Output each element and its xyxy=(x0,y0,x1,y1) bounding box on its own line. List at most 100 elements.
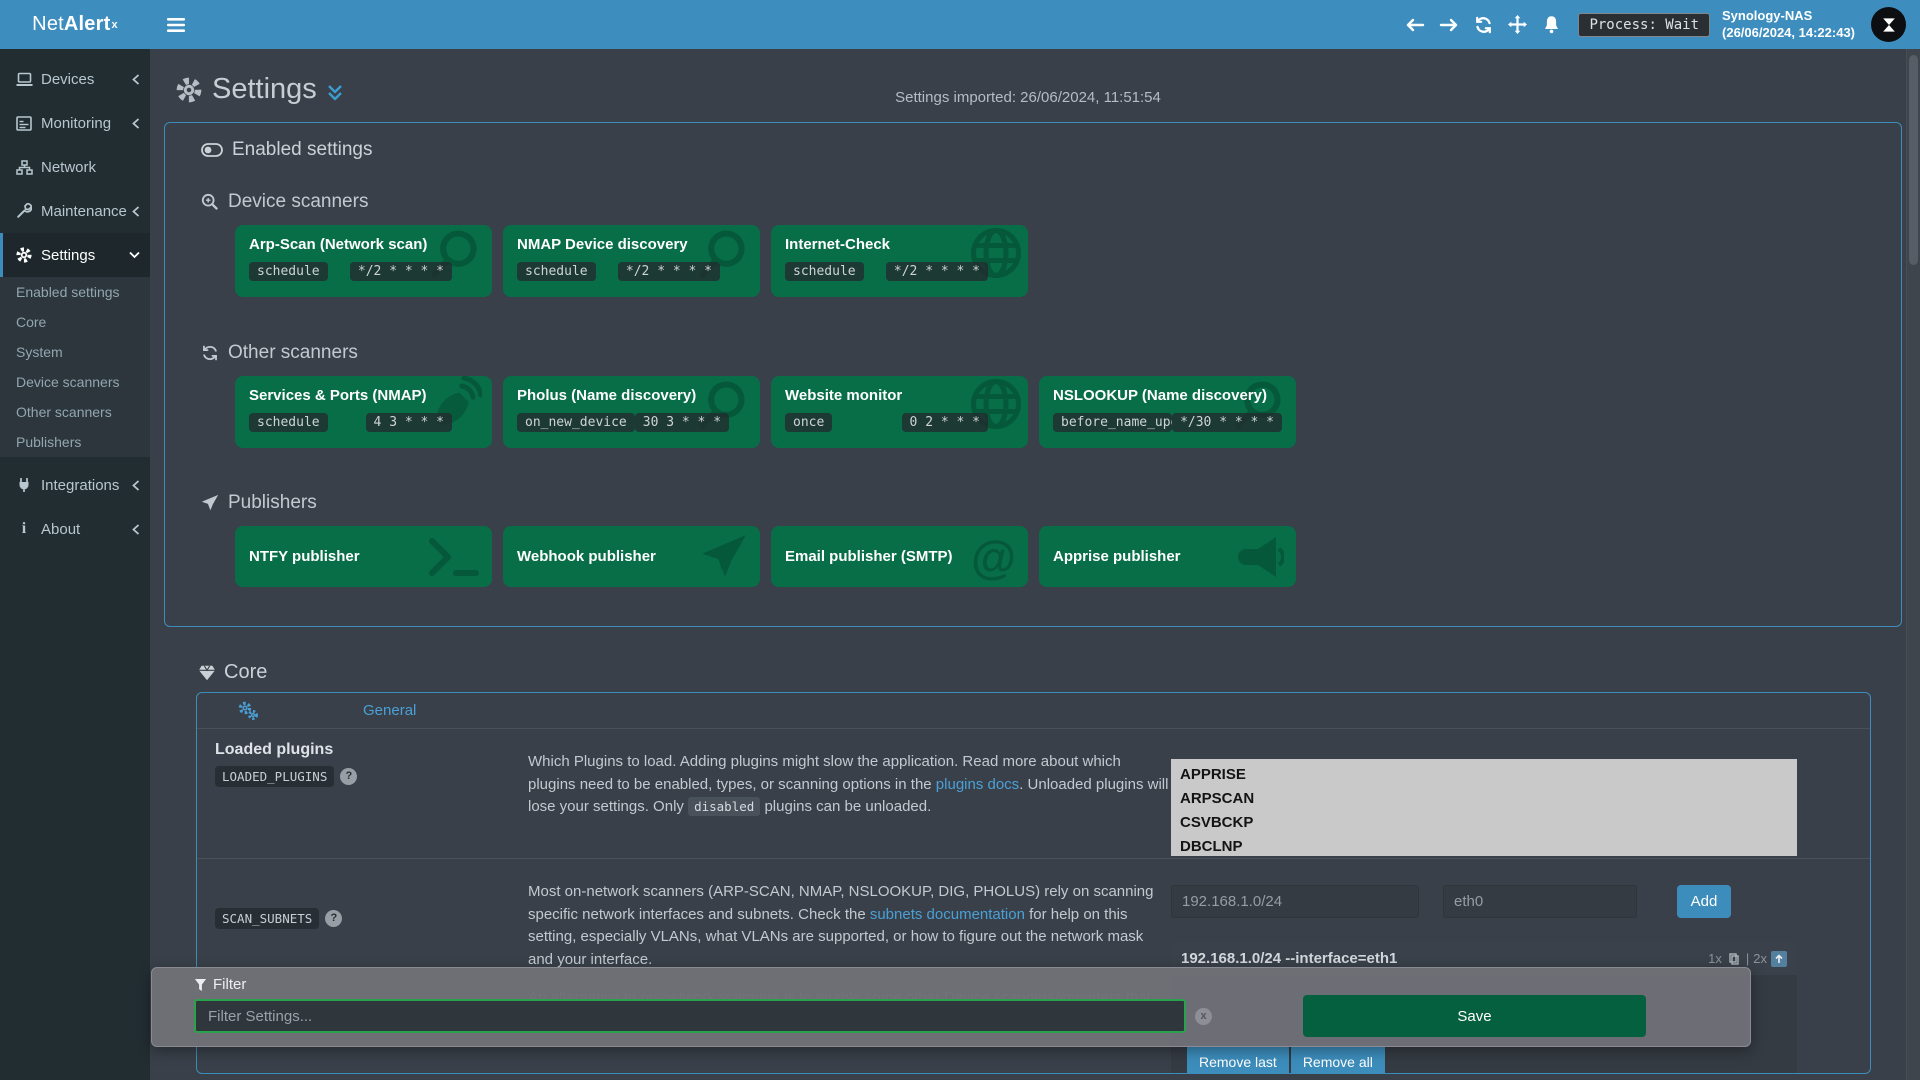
listbox-option[interactable]: APPRISE xyxy=(1171,763,1797,787)
chevron-left-icon xyxy=(132,206,140,217)
schedule-type-badge: schedule xyxy=(249,262,328,281)
gears-icon xyxy=(237,701,259,721)
sitemap-icon xyxy=(14,160,34,175)
clear-filter-icon[interactable]: x xyxy=(1195,1008,1212,1025)
at-sign-icon: @ xyxy=(971,534,1016,580)
sidebar-item-devices[interactable]: Devices xyxy=(0,57,150,101)
logo-alert: Alert xyxy=(64,13,111,36)
sidebar-item-label: Settings xyxy=(41,247,95,264)
loaded-plugins-listbox[interactable]: APPRISE ARPSCAN CSVBCKP DBCLNP xyxy=(1171,759,1797,856)
plugin-card-nmap-services[interactable]: Services & Ports (NMAP) schedule 4 3 * * … xyxy=(235,376,492,448)
group-title: Other scanners xyxy=(228,342,358,364)
submenu-item-other-scanners[interactable]: Other scanners xyxy=(0,397,150,427)
other-scanner-cards: Services & Ports (NMAP) schedule 4 3 * * … xyxy=(235,376,1865,448)
subnet-remove-buttons: Remove last Remove all xyxy=(1187,1045,1385,1074)
settings-submenu: Enabled settings Core System Device scan… xyxy=(0,277,150,457)
recycle-icon xyxy=(201,344,219,362)
listbox-option[interactable]: DBCLNP xyxy=(1171,835,1797,856)
enabled-settings-header: Enabled settings xyxy=(201,139,1865,161)
meta-separator: | xyxy=(1746,951,1749,966)
plugin-card-webhook[interactable]: Webhook publisher xyxy=(503,526,760,587)
help-question-icon[interactable]: ? xyxy=(325,910,342,927)
sidebar-item-maintenance[interactable]: Maintenance xyxy=(0,189,150,233)
plugin-card-nslookup[interactable]: NSLOOKUP (Name discovery) before_name_up… xyxy=(1039,376,1296,448)
sidebar-item-label: About xyxy=(41,521,80,538)
tab-general[interactable]: General xyxy=(363,702,416,719)
refresh-icon[interactable] xyxy=(1466,16,1500,34)
listbox-option[interactable]: ARPSCAN xyxy=(1171,787,1797,811)
plugin-card-title: Services & Ports (NMAP) xyxy=(249,387,478,404)
navbar-right: Process: Wait Synology-NAS (26/06/2024, … xyxy=(1398,7,1920,42)
cron-badge: */30 * * * * xyxy=(1172,413,1282,432)
logo-net: Net xyxy=(32,13,64,36)
filter-settings-input[interactable] xyxy=(194,999,1186,1033)
subnets-docs-link[interactable]: subnets documentation xyxy=(870,906,1025,923)
copy-icon[interactable] xyxy=(1726,951,1742,967)
host-timestamp: (26/06/2024, 14:22:43) xyxy=(1722,25,1855,42)
plugin-card-website-monitor[interactable]: Website monitor once0 2 * * * xyxy=(771,376,1028,448)
save-button[interactable]: Save xyxy=(1303,995,1646,1037)
cron-badge: 4 3 * * * xyxy=(366,413,452,432)
help-question-icon[interactable]: ? xyxy=(340,768,357,785)
sidebar-item-integrations[interactable]: Integrations xyxy=(0,463,150,507)
sidebar-toggle-icon[interactable] xyxy=(167,17,185,33)
notifications-bell-icon[interactable] xyxy=(1534,15,1568,34)
plugin-card-internet-check[interactable]: Internet-Check schedule*/2 * * * * xyxy=(771,225,1028,297)
plugin-card-email-smtp[interactable]: @ Email publisher (SMTP) xyxy=(771,526,1028,587)
paper-plane-icon xyxy=(201,494,219,512)
sidebar-item-network[interactable]: Network xyxy=(0,145,150,189)
chevron-down-icon xyxy=(129,251,140,259)
submenu-item-core[interactable]: Core xyxy=(0,307,150,337)
forward-icon[interactable] xyxy=(1432,17,1466,33)
setting-label-column: Loaded plugins LOADED_PLUGINS? xyxy=(215,741,528,858)
remove-all-button[interactable]: Remove all xyxy=(1291,1045,1385,1074)
publishers-header: Publishers xyxy=(201,492,1865,514)
schedule-type-badge: schedule xyxy=(517,262,596,281)
plugin-card-ntfy[interactable]: NTFY publisher xyxy=(235,526,492,587)
user-avatar[interactable] xyxy=(1871,7,1906,42)
scrollbar-thumb[interactable] xyxy=(1909,55,1918,265)
subnet-input[interactable] xyxy=(1171,885,1419,918)
meta-count: 1x xyxy=(1708,951,1722,966)
sidebar-item-monitoring[interactable]: Monitoring xyxy=(0,101,150,145)
arrow-up-icon[interactable] xyxy=(1771,951,1787,967)
filter-label-text: Filter xyxy=(213,976,246,993)
app-logo[interactable]: NetAlertx xyxy=(0,0,150,49)
sidebar-item-label: Maintenance xyxy=(41,203,127,220)
setting-label: Loaded plugins xyxy=(215,741,528,759)
schedule-type-badge: schedule xyxy=(785,262,864,281)
sidebar-item-label: Devices xyxy=(41,71,94,88)
section-title: Enabled settings xyxy=(232,139,373,161)
plugins-docs-link[interactable]: plugins docs xyxy=(936,776,1019,793)
paper-plane-icon xyxy=(700,533,748,581)
chart-icon xyxy=(14,116,34,131)
submenu-item-publishers[interactable]: Publishers xyxy=(0,427,150,457)
move-fullscreen-icon[interactable] xyxy=(1500,15,1534,34)
sidebar-item-settings[interactable]: Settings xyxy=(0,233,150,277)
chevron-left-icon xyxy=(132,118,140,129)
plugin-card-arpscan[interactable]: Arp-Scan (Network scan) schedule*/2 * * … xyxy=(235,225,492,297)
plug-icon xyxy=(14,477,34,493)
listbox-option[interactable]: CSVBCKP xyxy=(1171,811,1797,835)
setting-description: Which Plugins to load. Adding plugins mi… xyxy=(528,741,1171,858)
cron-badge: 0 2 * * * xyxy=(902,413,988,432)
sidebar-item-about[interactable]: i About xyxy=(0,507,150,551)
add-subnet-button[interactable]: Add xyxy=(1677,885,1731,918)
setting-code-badge: SCAN_SUBNETS xyxy=(215,908,319,929)
toggle-icon xyxy=(201,143,223,157)
wrench-icon xyxy=(14,203,34,219)
submenu-item-enabled-settings[interactable]: Enabled settings xyxy=(0,277,150,307)
setting-code-badge: LOADED_PLUGINS xyxy=(215,766,334,787)
plugin-card-pholus[interactable]: Pholus (Name discovery) on_new_device30 … xyxy=(503,376,760,448)
page-scrollbar[interactable] xyxy=(1906,49,1920,1080)
remove-last-button[interactable]: Remove last xyxy=(1187,1045,1289,1074)
back-icon[interactable] xyxy=(1398,17,1432,33)
plugin-card-nmap-discovery[interactable]: NMAP Device discovery schedule*/2 * * * … xyxy=(503,225,760,297)
submenu-item-system[interactable]: System xyxy=(0,337,150,367)
schedule-type-badge: schedule xyxy=(249,413,328,432)
interface-input[interactable] xyxy=(1443,885,1637,918)
submenu-item-device-scanners[interactable]: Device scanners xyxy=(0,367,150,397)
plugin-card-apprise[interactable]: Apprise publisher xyxy=(1039,526,1296,587)
chevron-left-icon xyxy=(132,74,140,85)
plugin-card-title: Website monitor xyxy=(785,387,1014,404)
